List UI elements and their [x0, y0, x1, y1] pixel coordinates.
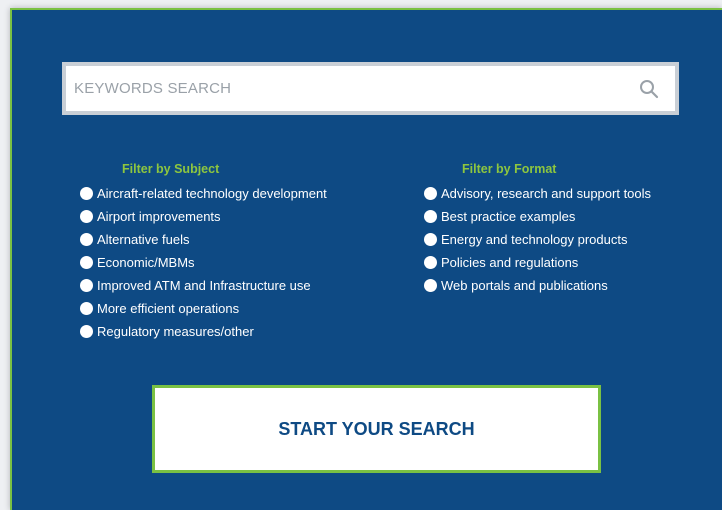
radio-button[interactable]: [424, 256, 437, 269]
format-option[interactable]: Advisory, research and support tools: [424, 182, 651, 205]
format-filter-heading: Filter by Format: [462, 162, 557, 176]
format-option-label: Policies and regulations: [441, 255, 579, 270]
subject-filter-heading: Filter by Subject: [122, 162, 220, 176]
format-filter: Filter by Format Advisory, research and …: [424, 162, 651, 297]
subject-option[interactable]: Aircraft-related technology development: [80, 182, 327, 205]
radio-button[interactable]: [424, 279, 437, 292]
subject-option-label: More efficient operations: [97, 301, 240, 316]
subject-option-label: Economic/MBMs: [97, 255, 195, 270]
subject-option[interactable]: Economic/MBMs: [80, 251, 327, 274]
subject-option[interactable]: Alternative fuels: [80, 228, 327, 251]
radio-button[interactable]: [80, 302, 93, 315]
radio-button[interactable]: [80, 256, 93, 269]
subject-filter-list: Aircraft-related technology development …: [80, 182, 327, 343]
search-icon[interactable]: [639, 79, 659, 99]
radio-button[interactable]: [80, 279, 93, 292]
format-option-label: Best practice examples: [441, 209, 576, 224]
search-input[interactable]: [74, 80, 639, 97]
radio-button[interactable]: [80, 325, 93, 338]
subject-option-label: Aircraft-related technology development: [97, 186, 327, 201]
subject-option[interactable]: Airport improvements: [80, 205, 327, 228]
subject-option-label: Airport improvements: [97, 209, 221, 224]
format-option[interactable]: Web portals and publications: [424, 274, 651, 297]
start-search-button[interactable]: START YOUR SEARCH: [152, 385, 601, 473]
subject-option[interactable]: Improved ATM and Infrastructure use: [80, 274, 327, 297]
search-panel: Filter by Subject Aircraft-related techn…: [10, 8, 722, 510]
subject-option[interactable]: More efficient operations: [80, 297, 327, 320]
subject-option-label: Alternative fuels: [97, 232, 190, 247]
radio-button[interactable]: [424, 210, 437, 223]
format-filter-list: Advisory, research and support tools Bes…: [424, 182, 651, 297]
subject-option[interactable]: Regulatory measures/other: [80, 320, 327, 343]
subject-filter: Filter by Subject Aircraft-related techn…: [80, 162, 327, 343]
subject-option-label: Regulatory measures/other: [97, 324, 254, 339]
radio-button[interactable]: [80, 187, 93, 200]
radio-button[interactable]: [424, 187, 437, 200]
subject-option-label: Improved ATM and Infrastructure use: [97, 278, 311, 293]
radio-button[interactable]: [424, 233, 437, 246]
search-box[interactable]: [62, 62, 679, 115]
format-option[interactable]: Best practice examples: [424, 205, 651, 228]
radio-button[interactable]: [80, 233, 93, 246]
format-option[interactable]: Policies and regulations: [424, 251, 651, 274]
format-option-label: Web portals and publications: [441, 278, 608, 293]
format-option-label: Advisory, research and support tools: [441, 186, 652, 201]
radio-button[interactable]: [80, 210, 93, 223]
format-option-label: Energy and technology products: [441, 232, 628, 247]
format-option[interactable]: Energy and technology products: [424, 228, 651, 251]
